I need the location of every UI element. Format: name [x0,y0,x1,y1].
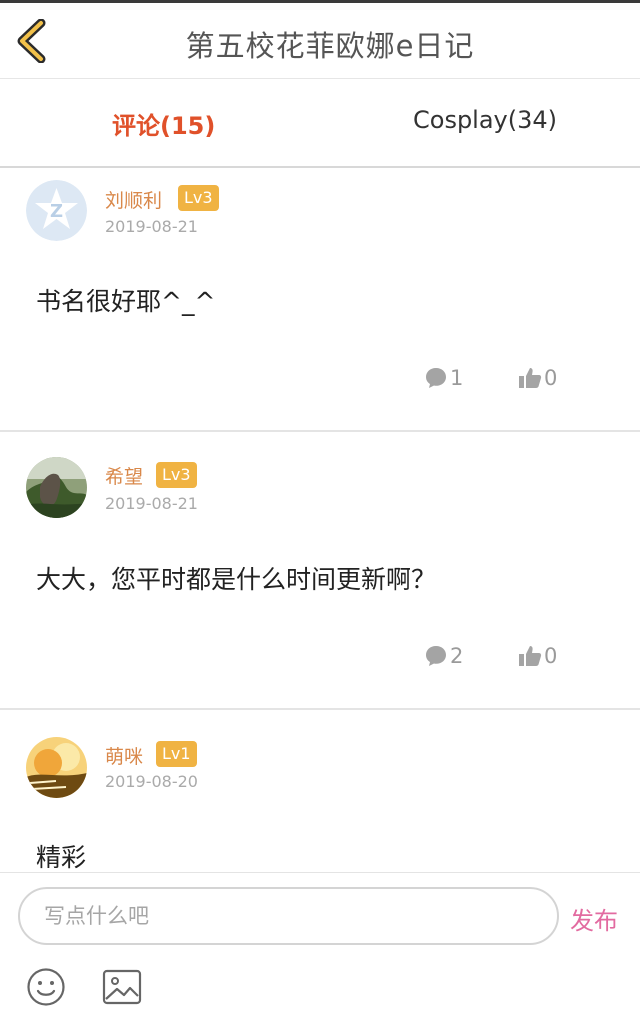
thumbs-up-icon [519,368,542,388]
comment-item: 萌咪 Lv1 2019-08-20 精彩 [0,710,640,872]
comment-username[interactable]: 刘顺利 [105,186,162,213]
comment-composer: 发布 [0,872,640,1020]
svg-text:Z: Z [50,201,63,222]
reply-button[interactable]: 2 [424,644,463,668]
comment-date: 2019-08-21 [105,217,198,236]
avatar[interactable] [26,457,87,518]
like-count: 0 [544,366,558,390]
comment-item: 希望 Lv3 2019-08-21 大大，您平时都是什么时间更新啊？ 2 0 [0,432,640,710]
tab-cosplay[interactable]: Cosplay(34) [413,106,557,134]
back-button[interactable] [14,18,54,64]
comment-date: 2019-08-20 [105,772,198,791]
reply-count: 2 [450,644,464,668]
comment-text: 精彩 [36,843,87,872]
reply-count: 1 [450,366,464,390]
default-avatar-icon: Z [26,180,87,241]
comment-bubble-icon [426,368,446,388]
publish-button[interactable]: 发布 [570,901,618,936]
comment-item: Z 刘顺利 Lv3 2019-08-21 书名很好耶^_^ 1 0 [0,170,640,432]
comment-input[interactable] [18,887,559,945]
comment-username[interactable]: 萌咪 [105,742,143,769]
image-icon [102,969,142,1005]
page-title: 第五校花菲欧娜e日记 [185,29,475,63]
top-bar: 第五校花菲欧娜e日记 [0,3,640,79]
comment-text: 大大，您平时都是什么时间更新啊？ [36,565,437,594]
comment-username[interactable]: 希望 [105,462,143,489]
comment-bubble-icon [426,646,446,666]
like-button[interactable]: 0 [518,366,557,390]
comment-text: 书名很好耶^_^ [36,287,216,316]
avatar[interactable]: Z [26,180,87,241]
thumbs-up-icon [519,646,542,666]
avatar[interactable] [26,737,87,798]
like-count: 0 [544,644,558,668]
like-button[interactable]: 0 [518,644,557,668]
tab-bar: 评论(15) Cosplay(34) [0,80,640,168]
sunset-photo [26,737,87,798]
tab-comments[interactable]: 评论(15) [112,106,215,141]
comment-date: 2019-08-21 [105,494,198,513]
chevron-left-icon [17,18,46,64]
image-button[interactable] [102,969,142,1009]
level-badge: Lv3 [178,185,219,211]
level-badge: Lv1 [156,741,197,767]
smiley-icon [27,968,65,1006]
emoji-button[interactable] [26,967,66,1011]
landscape-photo [26,457,87,518]
level-badge: Lv3 [156,462,197,488]
reply-button[interactable]: 1 [424,366,463,390]
